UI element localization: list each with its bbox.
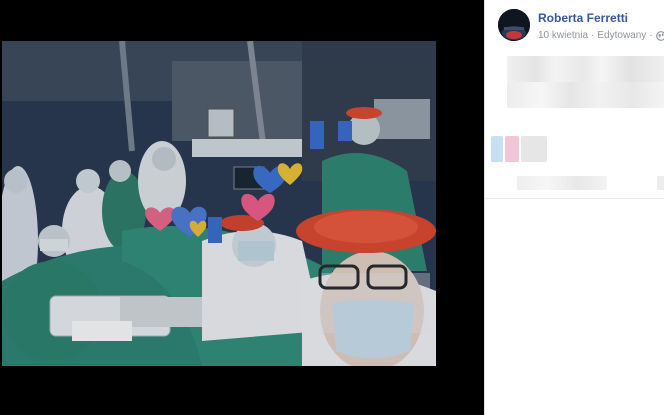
post-date[interactable]: 10 kwietnia — [538, 30, 588, 41]
post-sidebar: Roberta Ferretti 10 kwietnia · Edytowany… — [484, 0, 664, 415]
photo-scene — [2, 41, 436, 366]
post-meta: 10 kwietnia · Edytowany · — [538, 30, 664, 41]
globe-icon — [655, 30, 664, 41]
sidebar-divider — [485, 198, 664, 199]
meta-separator: · — [591, 30, 595, 41]
meta-separator-2: · — [649, 30, 653, 41]
edited-label[interactable]: Edytowany — [597, 30, 646, 41]
avatar[interactable] — [498, 9, 530, 41]
author-name[interactable]: Roberta Ferretti — [538, 11, 628, 25]
avatar-image — [498, 9, 530, 41]
post-photo[interactable] — [2, 41, 436, 366]
photo-viewer — [0, 0, 484, 415]
